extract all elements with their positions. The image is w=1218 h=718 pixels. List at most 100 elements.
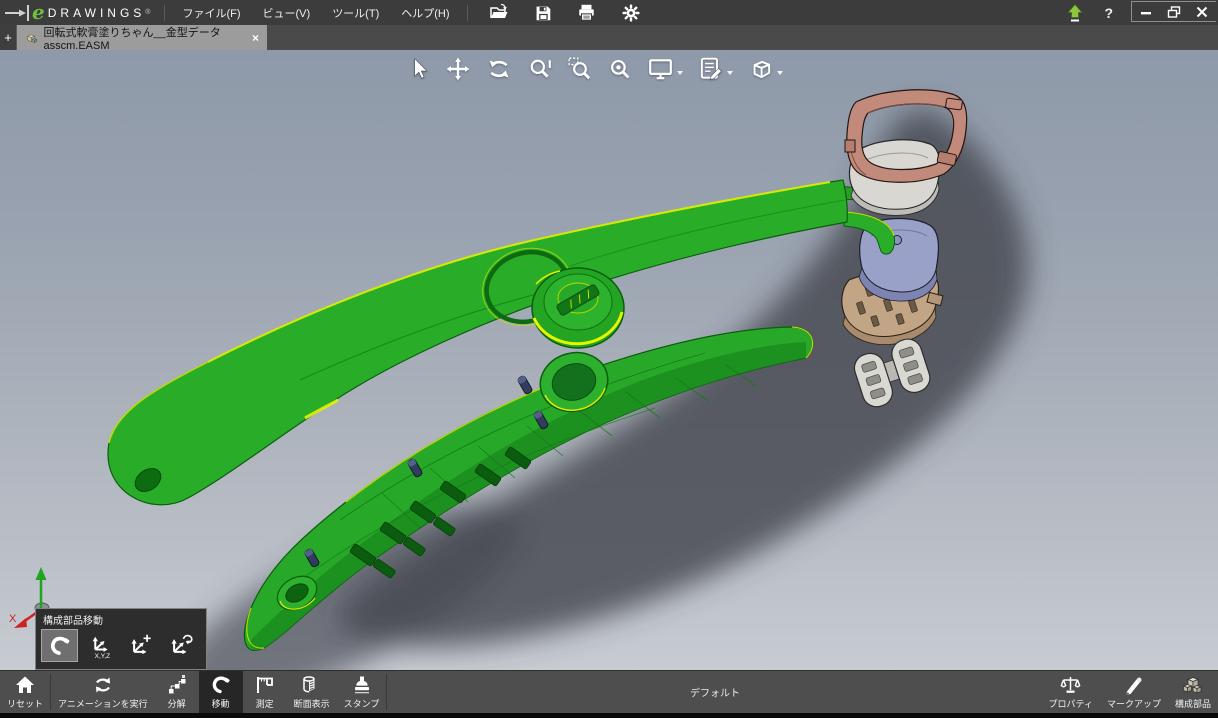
animation-loop-icon [92,674,114,696]
new-tab-button[interactable]: + [0,25,17,50]
monitor-icon [647,56,674,82]
pencil-icon [1123,674,1145,696]
markup-label: マークアップ [1107,697,1161,710]
maximize-icon [1167,5,1181,19]
play-animation-label: アニメーションを実行 [58,697,148,710]
maximize-button[interactable] [1160,4,1188,20]
explode-button[interactable]: 分解 [155,671,199,713]
components-cubes-icon [1181,674,1204,696]
menu-help[interactable]: ヘルプ(H) [390,0,460,25]
menu-file[interactable]: ファイル(F) [171,0,251,25]
drag-hand-icon [48,634,72,658]
pan-tool-button[interactable] [445,56,471,82]
triad-x-label: X [9,613,17,625]
menu-view[interactable]: ビュー(V) [252,0,322,25]
rotate-icon [485,56,513,82]
close-button[interactable] [1188,4,1216,20]
move-axes-icon [127,633,153,659]
upper-arm-knob[interactable] [532,268,624,348]
section-cut-icon [301,674,323,696]
print-button[interactable] [576,2,598,24]
publish-up-arrow-icon [1066,3,1084,23]
minimize-icon [1139,5,1153,19]
scales-icon [1059,674,1082,696]
reset-button[interactable]: リセット [0,671,50,713]
pan-icon [445,56,471,82]
help-button[interactable]: ? [1096,5,1121,21]
title-bar: e DRAWINGS ® ファイル(F) ビュー(V) ツール(T) ヘルプ(H… [0,0,1218,25]
measure-button[interactable]: 測定 [243,671,287,713]
viewport-3d[interactable]: X [0,50,1218,670]
markup-button[interactable]: マークアップ [1100,671,1168,713]
rotate-component-icon [167,633,193,659]
section-view-button[interactable]: 断面表示 [287,671,337,713]
markup-pad-icon [697,56,724,82]
properties-label: プロパティ [1049,697,1093,710]
markup-view-tool-button[interactable] [697,56,733,82]
zoom-icon [527,56,553,82]
zoom-area-icon [567,56,593,82]
explode-label: 分解 [168,697,186,710]
logo-e: e [32,0,45,24]
printer-icon [577,3,596,22]
components-button[interactable]: 構成部品 [1168,671,1218,713]
open-button[interactable] [488,2,510,24]
window-controls [1131,1,1216,22]
move-xyz-icon: X,Y,Z [87,633,113,659]
home-icon [14,674,36,696]
edrawings-window: e DRAWINGS ® ファイル(F) ビュー(V) ツール(T) ヘルプ(H… [0,0,1218,718]
rotate-tool-button[interactable] [485,56,513,82]
cube-icon [747,56,774,82]
move-label: 移動 [212,697,230,710]
explode-steps-icon [166,674,188,696]
logo-name: DRAWINGS [48,6,146,20]
chevron-down-icon[interactable] [727,71,733,75]
fullscreen-tool-button[interactable] [647,56,683,82]
components-label: 構成部品 [1175,697,1211,710]
zoom-fit-icon [607,56,633,82]
tab-close-icon[interactable]: × [252,32,259,44]
open-folder-icon [489,3,509,22]
titlebar-divider [164,5,165,21]
publish-button[interactable] [1064,2,1086,24]
zoom-tool-button[interactable] [527,56,553,82]
logo-registered: ® [145,9,150,16]
move-component-panel-title: 構成部品移動 [36,609,206,629]
orientation-tool-button[interactable] [747,56,783,82]
stamp-icon [351,674,373,696]
chevron-down-icon[interactable] [777,71,783,75]
zoom-area-tool-button[interactable] [567,56,593,82]
tab-bar: + 回転式軟膏塗りちゃん__金型データasscm.EASM × [0,25,1218,50]
titlebar-divider2 [467,5,468,21]
toolbar-separator [386,674,387,710]
model-scene: X [0,50,1218,670]
options-button[interactable] [620,2,642,24]
move-xyz-caption: X,Y,Z [94,652,109,658]
zoom-fit-tool-button[interactable] [607,56,633,82]
configuration-selector[interactable]: デフォルト [690,685,740,700]
minimize-button[interactable] [1132,4,1160,20]
move-along-axes-tool-button[interactable] [121,629,158,662]
document-tab[interactable]: 回転式軟膏塗りちゃん__金型データasscm.EASM × [17,25,267,50]
move-xyz-tool-button[interactable]: X,Y,Z [81,629,118,662]
measure-caliper-icon [254,674,276,696]
logo-arrow-icon [4,5,30,21]
play-animation-button[interactable]: アニメーションを実行 [51,671,155,713]
stamp-label: スタンプ [344,697,380,710]
free-drag-tool-button[interactable] [41,629,78,662]
save-button[interactable] [532,2,554,24]
tab-filename: 回転式軟膏塗りちゃん__金型データasscm.EASM [43,24,246,52]
properties-button[interactable]: プロパティ [1042,671,1100,713]
drag-hand-icon [210,674,232,696]
stamp-button[interactable]: スタンプ [337,671,387,713]
menu-tools[interactable]: ツール(T) [321,0,390,25]
rotate-component-tool-button[interactable] [161,629,198,662]
cursor-icon [405,56,431,82]
move-button[interactable]: 移動 [199,671,243,713]
window-bottom-edge [0,713,1218,718]
chevron-down-icon[interactable] [677,71,683,75]
edrawings-logo: e DRAWINGS ® [0,0,158,25]
select-tool-button[interactable] [405,56,431,82]
measure-label: 測定 [256,697,274,710]
assembly-icon [25,31,37,45]
